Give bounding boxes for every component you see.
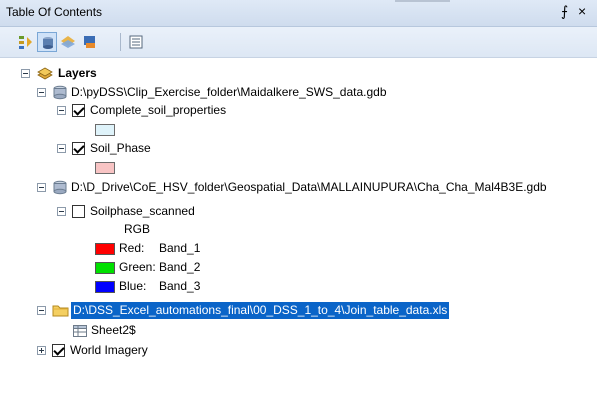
toolbar-separator [120,33,121,51]
collapse-toggle[interactable] [37,88,46,97]
drag-grip[interactable] [395,0,450,2]
collapse-toggle[interactable] [57,207,66,216]
toc-title-bar: Table Of Contents ⨍ × [0,0,597,27]
options-button[interactable] [126,32,146,52]
band-channel-label: Green: [119,260,156,274]
band-channel-label: Blue: [119,279,147,293]
red-band-swatch [95,243,115,255]
band-name: Band_1 [159,241,201,255]
list-by-visibility-button[interactable] [58,32,78,52]
window-title: Table Of Contents [6,5,103,19]
layers-icon [37,67,53,80]
source-icon [43,37,53,49]
collapse-toggle[interactable] [57,144,66,153]
layer-visibility-checkbox[interactable] [72,104,85,117]
table-label: Sheet2$ [91,323,136,337]
gdb2-path: D:\D_Drive\CoE_HSV_folder\Geospatial_Dat… [71,180,547,194]
band-channel-label: Red: [119,241,145,255]
collapse-toggle[interactable] [37,183,46,192]
collapse-toggle[interactable] [37,306,46,315]
layer-visibility-checkbox[interactable] [52,344,65,357]
layers-label: Layers [58,66,97,80]
toc-toolbar [0,27,597,58]
legend-swatch [95,162,115,174]
band-name: Band_3 [159,279,201,293]
layer-visibility-checkbox[interactable] [72,205,85,218]
folder-path[interactable]: D:\DSS_Excel_automations_final\00_DSS_1_… [71,302,450,319]
pin-icon[interactable]: ⨍ [561,3,568,20]
geodatabase-icon [53,180,67,195]
layer-visibility-checkbox[interactable] [72,142,85,155]
toc-tree: Layers D:\pyDSS\Clip_Exercise_folder\Mai… [0,58,597,396]
band-name: Band_2 [159,260,201,274]
selection-icon [84,36,95,48]
layer-label: World Imagery [70,343,148,357]
gdb1-path: D:\pyDSS\Clip_Exercise_folder\Maidalkere… [71,85,387,99]
collapse-toggle[interactable] [57,106,66,115]
drawing-order-icon [19,36,32,49]
close-icon[interactable]: × [578,3,586,19]
legend-swatch [95,124,115,136]
expand-toggle[interactable] [37,346,46,355]
layer-label: Soilphase_scanned [90,204,195,218]
blue-band-swatch [95,281,115,293]
table-icon [73,325,87,337]
list-by-selection-button[interactable] [80,32,100,52]
rgb-label: RGB [124,222,151,236]
collapse-toggle[interactable] [21,69,30,78]
layer-label: Soil_Phase [90,141,151,155]
layer-label: Complete_soil_properties [90,103,227,117]
folder-icon [52,305,69,317]
geodatabase-icon [53,85,67,100]
list-by-drawing-order-button[interactable] [16,32,36,52]
list-by-source-button[interactable] [37,32,57,52]
visibility-icon [61,36,75,48]
options-icon [129,35,143,49]
green-band-swatch [95,262,115,274]
